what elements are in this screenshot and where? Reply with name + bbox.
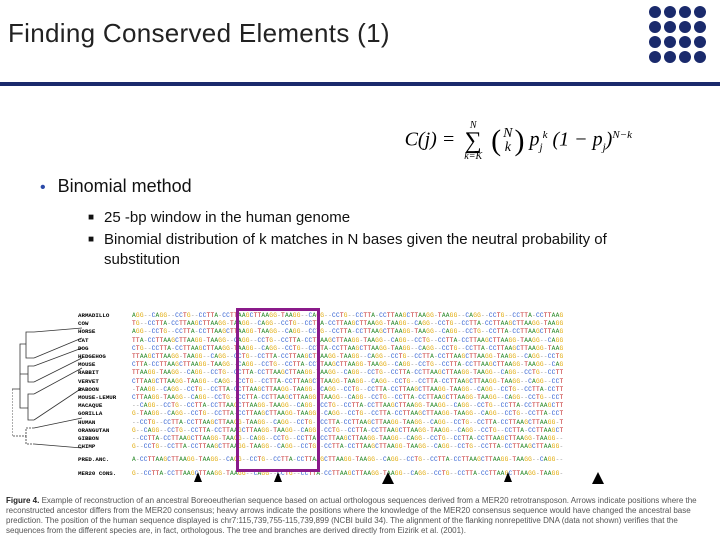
- alignment-row: HUMAN--CCTG--CCTTA-CCTTAAGCTTAAGG-TAAGG-…: [78, 419, 708, 427]
- species-label: CAT: [78, 337, 126, 345]
- alignment-row: MOUSECTTA-CCTTAAGCTTAAGG-TAAGG--CAGG--CC…: [78, 361, 708, 369]
- alignment-row: MACAQUE--CAGG--CCTG--CCTTA-CCTTAAGCTTAAG…: [78, 402, 708, 410]
- species-label: HEDGEHOG: [78, 353, 126, 361]
- alignment-row: GIBBON--CCTTA-CCTTAAGCTTAAGG-TAAGG--CAGG…: [78, 435, 708, 443]
- alignment-row: ORANGUTANG--CAGG--CCTG--CCTTA-CCTTAAGCTT…: [78, 427, 708, 435]
- species-label: CHIMP: [78, 443, 126, 451]
- species-label: MOUSE: [78, 361, 126, 369]
- species-label: MACAQUE: [78, 402, 126, 410]
- species-label: ARMADILLO: [78, 312, 126, 320]
- alignment-figure: ARMADILLOAGG--CAGG--CCTG--CCTTA-CCTTAAGC…: [0, 300, 720, 540]
- phylogenetic-tree-icon: [12, 324, 84, 454]
- alignment-row: HORSEAGG--CCTG--CCTTA-CCTTAAGCTTAAGG-TAA…: [78, 328, 708, 336]
- alignment-row: GORILLAG-TAAGG--CAGG--CCTG--CCTTA-CCTTAA…: [78, 410, 708, 418]
- alignment-row: HEDGEHOGTTAAGCTTAAGG-TAAGG--CAGG--CCTG--…: [78, 353, 708, 361]
- figure-caption: Figure 4. Example of reconstruction of a…: [6, 496, 714, 536]
- alignment-row: CATTTA-CCTTAAGCTTAAGG-TAAGG--CAGG--CCTG-…: [78, 337, 708, 345]
- species-label: BABOON: [78, 386, 126, 394]
- species-label: HORSE: [78, 328, 126, 336]
- square-bullet-icon: ■: [88, 230, 94, 250]
- alignment-row: COWTG--CCTTA-CCTTAAGCTTAAGG-TAAGG--CAGG-…: [78, 320, 708, 328]
- species-label: GIBBON: [78, 435, 126, 443]
- bullet-marker-icon: •: [40, 176, 46, 200]
- species-label: COW: [78, 320, 126, 328]
- species-label: GORILLA: [78, 410, 126, 418]
- sequence-alignment: ARMADILLOAGG--CAGG--CCTG--CCTTA-CCTTAAGC…: [78, 312, 708, 478]
- corner-dot-grid: [649, 6, 706, 63]
- slide-title: Finding Conserved Elements (1): [8, 18, 700, 49]
- species-label: RABBIT: [78, 369, 126, 377]
- species-label: HUMAN: [78, 419, 126, 427]
- arrow-indicators: [78, 472, 698, 486]
- subbullet-window: ■ 25 -bp window in the human genome: [88, 208, 690, 228]
- square-bullet-icon: ■: [88, 208, 94, 228]
- bullet-text: Binomial method: [58, 176, 192, 197]
- alignment-row: RABBITTTAAGG-TAAGG--CAGG--CCTG--CCTTA-CC…: [78, 369, 708, 377]
- alignment-row: PRED.ANC.A-CCTTAAGCTTAAGG-TAAGG--CAGG--C…: [78, 456, 708, 464]
- alignment-row: BABOON-TAAGG--CAGG--CCTG--CCTTA-CCTTAAGC…: [78, 386, 708, 394]
- subbullet-distribution: ■ Binomial distribution of k matches in …: [88, 230, 690, 270]
- alignment-row: DOGCTG--CCTTA-CCTTAAGCTTAAGG-TAAGG--CAGG…: [78, 345, 708, 353]
- species-label: PRED.ANC.: [78, 456, 126, 464]
- alignment-row: CHIMPG--CCTG--CCTTA-CCTTAAGCTTAAGG-TAAGG…: [78, 443, 708, 451]
- species-label: ORANGUTAN: [78, 427, 126, 435]
- bullet-binomial-method: • Binomial method: [40, 176, 690, 200]
- alignment-row: VERVETCTTAAGCTTAAGG-TAAGG--CAGG--CCTG--C…: [78, 378, 708, 386]
- species-label: MOUSE-LEMUR: [78, 394, 126, 402]
- alignment-row: MOUSE-LEMURCTTAAGG-TAAGG--CAGG--CCTG--CC…: [78, 394, 708, 402]
- species-label: VERVET: [78, 378, 126, 386]
- species-label: DOG: [78, 345, 126, 353]
- binomial-equation: C(j) = N ∑ k=K ( N k ) pjk (1 − pj)N−k: [405, 120, 632, 162]
- alignment-row: ARMADILLOAGG--CAGG--CCTG--CCTTA-CCTTAAGC…: [78, 312, 708, 320]
